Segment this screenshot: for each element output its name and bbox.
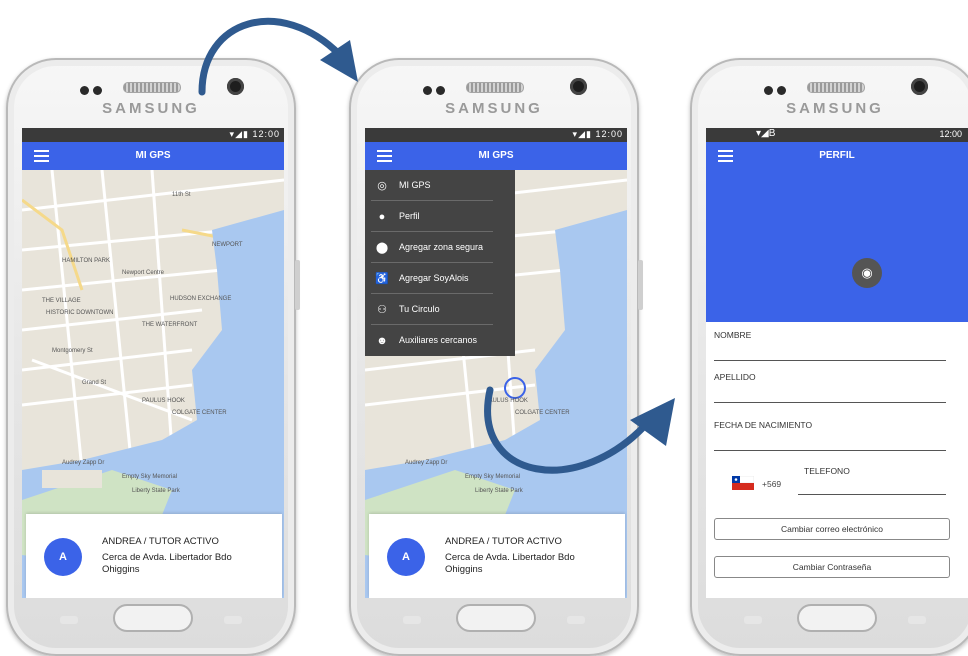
- location-pin-icon: ⬤: [375, 242, 389, 254]
- field-label-apellido: APELLIDO: [714, 372, 756, 382]
- tutor-name: ANDREA / TUTOR ACTIVO: [102, 536, 219, 547]
- softkey-right[interactable]: [567, 616, 585, 624]
- front-sensors: [764, 82, 794, 95]
- chile-flag-icon[interactable]: [732, 476, 754, 490]
- home-button[interactable]: [456, 604, 536, 632]
- map-label: 11th St: [172, 192, 191, 198]
- earpiece: [123, 82, 181, 93]
- app-bar: MI GPS: [365, 142, 627, 170]
- softkey-left[interactable]: [60, 616, 78, 624]
- map-view[interactable]: 11th St HAMILTON PARK Newport Centre NEW…: [22, 170, 284, 598]
- map-label: Empty Sky Memorial: [122, 474, 177, 480]
- app-bar-title: MI GPS: [478, 150, 514, 161]
- field-label-telefono: TELEFONO: [804, 466, 850, 476]
- earpiece: [807, 82, 865, 93]
- menu-item-tu-circulo[interactable]: ⚇ Tu Circulo: [365, 294, 515, 325]
- camera-icon[interactable]: ◉: [852, 258, 882, 288]
- flow-arrow-2-icon: [484, 386, 675, 474]
- front-camera: [911, 78, 928, 95]
- menu-item-perfil[interactable]: ● Perfil: [365, 201, 515, 232]
- tutor-address: Cerca de Avda. Libertador Bdo Ohiggins: [445, 552, 575, 575]
- status-bar: ▾◢B 12:00: [706, 128, 968, 142]
- map-label: Audrey Zapp Dr: [405, 460, 447, 466]
- softkey-right[interactable]: [908, 616, 926, 624]
- screen-mi-gps: ▾◢▮ 12:00 MI GPS 11th St HAMILTON PARK N…: [22, 128, 284, 598]
- group-icon: ⚇: [377, 304, 387, 316]
- phone-mockup-1: SAMSUNG ▾◢▮ 12:00 MI GPS 11th St HAMILTO…: [6, 58, 300, 656]
- menu-item-mi-gps[interactable]: ◎ MI GPS: [365, 170, 515, 201]
- avatar: A: [44, 538, 82, 576]
- front-sensors: [80, 82, 110, 95]
- earpiece: [466, 82, 524, 93]
- map-label: HAMILTON PARK: [62, 258, 110, 264]
- app-bar: PERFIL: [706, 142, 968, 170]
- side-button: [638, 260, 643, 310]
- map-label: Liberty State Park: [132, 488, 181, 494]
- front-sensors: [423, 82, 453, 95]
- phone-mockup-2: SAMSUNG ▾◢▮ 12:00 MI GPS PAULUS HOOK COL…: [349, 58, 643, 656]
- status-bar: ▾◢▮ 12:00: [365, 128, 627, 142]
- apellido-input[interactable]: [714, 402, 946, 403]
- status-icons: ▾◢▮ 12:00: [229, 129, 280, 139]
- walking-cane-icon: ♿: [375, 273, 389, 285]
- home-button[interactable]: [113, 604, 193, 632]
- screen-menu-open: ▾◢▮ 12:00 MI GPS PAULUS HOOK COLGATE CEN…: [365, 128, 627, 598]
- home-button[interactable]: [797, 604, 877, 632]
- app-bar-title: PERFIL: [819, 150, 855, 161]
- map-label: Newport Centre: [122, 270, 165, 276]
- map-label: THE WATERFRONT: [142, 322, 198, 328]
- tutor-card[interactable]: A ANDREA / TUTOR ACTIVO Cerca de Avda. L…: [369, 514, 625, 598]
- status-time: 12:00: [252, 129, 280, 139]
- softkey-left[interactable]: [744, 616, 762, 624]
- flow-arrow-1-icon: [198, 17, 358, 96]
- brand-logo: SAMSUNG: [445, 100, 543, 117]
- app-bar: MI GPS: [22, 142, 284, 170]
- screen-perfil: ▾◢B 12:00 PERFIL ◉ NOMBRE APELLIDO FECHA…: [706, 128, 968, 598]
- map-label: Audrey Zapp Dr: [62, 460, 104, 466]
- phone-mockup-3: SAMSUNG ▾◢B 12:00 PERFIL ◉ NOMBRE APELLI…: [690, 58, 968, 656]
- softkey-right[interactable]: [224, 616, 242, 624]
- map-label: PAULUS HOOK: [142, 398, 185, 404]
- nombre-input[interactable]: [714, 360, 946, 361]
- tutor-address: Cerca de Avda. Libertador Bdo Ohiggins: [102, 552, 232, 575]
- menu-item-agregar-soyalois[interactable]: ♿ Agregar SoyAlois: [365, 263, 515, 294]
- brand-logo: SAMSUNG: [786, 100, 884, 117]
- map-label: Montgomery St: [52, 348, 93, 354]
- front-camera: [570, 78, 587, 95]
- map-label: Grand St: [82, 380, 106, 386]
- status-icons: ▾◢B: [756, 128, 776, 139]
- menu-item-agregar-zona-segura[interactable]: ⬤ Agregar zona segura: [365, 232, 515, 263]
- tutor-name: ANDREA / TUTOR ACTIVO: [445, 536, 562, 547]
- map-label: COLGATE CENTER: [172, 410, 227, 416]
- change-password-button[interactable]: Cambiar Contraseña: [714, 556, 950, 578]
- person-icon: ●: [378, 211, 386, 223]
- gps-icon: ◎: [377, 180, 387, 192]
- status-time: 12:00: [939, 129, 962, 139]
- app-bar-title: MI GPS: [135, 150, 171, 161]
- menu-item-auxiliares-cercanos[interactable]: ☻ Auxiliares cercanos: [365, 325, 515, 356]
- status-time: 12:00: [595, 129, 623, 139]
- avatar: A: [387, 538, 425, 576]
- map-label: HISTORIC DOWNTOWN: [46, 310, 113, 316]
- field-label-nombre: NOMBRE: [714, 330, 752, 340]
- side-button: [295, 260, 300, 310]
- softkey-left[interactable]: [403, 616, 421, 624]
- map-label: THE VILLAGE: [42, 298, 81, 304]
- status-icons: ▾◢▮ 12:00: [572, 129, 623, 139]
- phone-prefix: +569: [762, 479, 782, 489]
- map-label: HUDSON EXCHANGE: [170, 296, 231, 302]
- brand-logo: SAMSUNG: [102, 100, 200, 117]
- helper-icon: ☻: [376, 335, 388, 347]
- navigation-drawer: ◎ MI GPS ● Perfil ⬤ Agregar zona segura …: [365, 170, 515, 356]
- telefono-input[interactable]: [798, 494, 946, 495]
- map-label: NEWPORT: [212, 242, 243, 248]
- change-email-button[interactable]: Cambiar correo electrónico: [714, 518, 950, 540]
- tutor-card[interactable]: A ANDREA / TUTOR ACTIVO Cerca de Avda. L…: [26, 514, 282, 598]
- field-label-fecha-nacimiento: FECHA DE NACIMIENTO: [714, 420, 813, 430]
- status-bar: ▾◢▮ 12:00: [22, 128, 284, 142]
- fecha-nacimiento-input[interactable]: [714, 450, 946, 451]
- profile-header: [706, 170, 968, 322]
